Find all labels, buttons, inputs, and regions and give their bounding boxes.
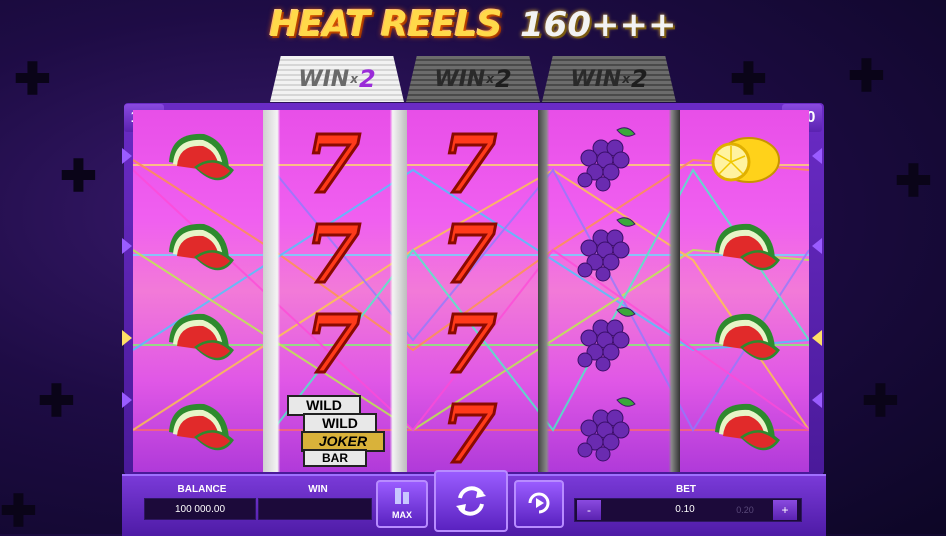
bg-cross-icon: ✚	[60, 152, 97, 201]
bg-cross-icon: ✚	[730, 55, 767, 104]
bg-cross-icon: ✚	[862, 377, 899, 426]
seven-icon: 7	[304, 212, 363, 292]
bg-cross-icon: ✚	[848, 52, 885, 101]
bg-cross-icon: ✚	[38, 377, 75, 426]
watermelon-icon	[715, 223, 780, 271]
seven-icon: 7	[440, 212, 499, 292]
grapes-icon	[577, 217, 636, 282]
logo-title: HEAT REELS	[269, 4, 503, 45]
multiplier-tag-reel-2: WIN x 2	[270, 56, 404, 102]
seven-icon: 7	[440, 392, 499, 472]
coins-icon	[395, 488, 409, 504]
game-logo: HEAT REELS 160+++	[0, 0, 946, 52]
win-value	[258, 498, 372, 520]
watermelon-icon	[715, 313, 780, 361]
watermelon-icon	[169, 313, 234, 361]
bet-selector: - 0.10 0.20 +	[574, 498, 802, 522]
grapes-icon	[577, 307, 636, 372]
multiplier-tag-reel-3: WIN x 2	[406, 56, 540, 102]
svg-text:7: 7	[305, 302, 361, 382]
line-arrows-left	[122, 148, 132, 408]
bar-label: BAR	[303, 449, 367, 467]
seven-icon: 7	[440, 302, 499, 382]
seven-icon: 7	[304, 302, 363, 382]
reel-area: 7 7 7 WILD WILD JOKER BAR 7 7 7 7	[133, 110, 809, 472]
logo-number: 160+++	[520, 5, 677, 45]
grapes-icon	[577, 127, 636, 192]
balance-label: BALANCE	[177, 484, 227, 495]
lemon-icon	[711, 137, 780, 183]
max-label: MAX	[392, 510, 412, 520]
watermelon-icon	[169, 133, 234, 181]
svg-text:7: 7	[305, 212, 361, 292]
svg-text:7: 7	[441, 122, 497, 202]
bet-value: 0.10	[675, 504, 695, 515]
spin-button[interactable]	[434, 470, 508, 532]
max-bet-button[interactable]: MAX	[376, 480, 428, 528]
bet-label: BET	[676, 484, 696, 495]
watermelon-icon	[169, 403, 234, 451]
win-label: WIN	[308, 484, 328, 495]
balance-value: 100 000.00	[144, 498, 256, 520]
wild-joker-bar-symbol: WILD WILD JOKER BAR	[285, 393, 385, 467]
spin-icon	[456, 486, 486, 516]
bg-cross-icon: ✚	[895, 157, 932, 206]
svg-text:7: 7	[305, 122, 361, 202]
autoplay-button[interactable]	[514, 480, 564, 528]
seven-icon: 7	[304, 122, 363, 202]
watermelon-icon	[169, 223, 234, 271]
svg-text:7: 7	[441, 212, 497, 292]
line-arrows-right	[812, 148, 822, 408]
bet-next-value[interactable]: 0.20	[725, 499, 765, 521]
watermelon-icon	[715, 403, 780, 451]
bet-decrease-button[interactable]: -	[577, 500, 601, 520]
control-bar: BALANCE 100 000.00 WIN MAX BET - 0.10 0.…	[122, 470, 826, 536]
bg-cross-icon: ✚	[0, 487, 37, 536]
autoplay-icon	[528, 492, 550, 514]
multiplier-tag-reel-4: WIN x 2	[542, 56, 676, 102]
svg-text:7: 7	[441, 392, 497, 472]
seven-icon: 7	[440, 122, 499, 202]
bg-cross-icon: ✚	[14, 55, 51, 104]
grapes-icon	[577, 397, 636, 462]
svg-text:7: 7	[441, 302, 497, 382]
bet-increase-button[interactable]: +	[773, 500, 797, 520]
